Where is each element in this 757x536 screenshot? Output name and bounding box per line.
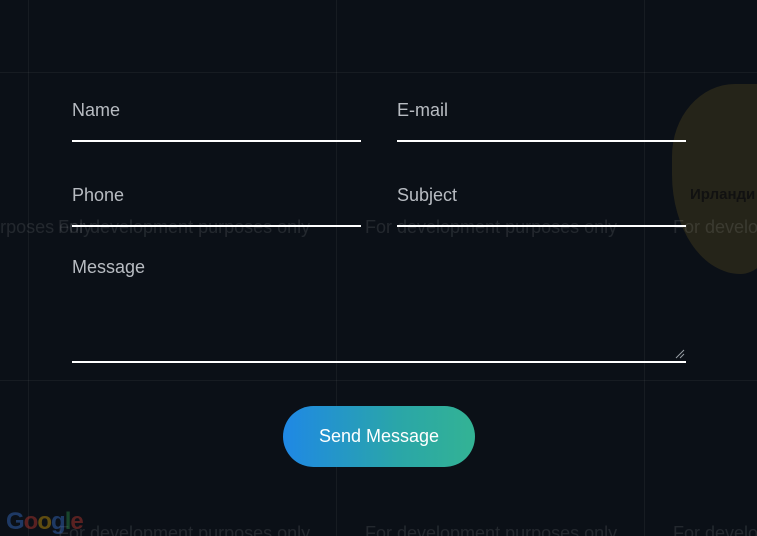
dev-notice: For development purposes only [365, 523, 618, 536]
name-placeholder: Name [72, 100, 121, 120]
map-grid-line [0, 380, 757, 381]
email-placeholder: E-mail [397, 100, 449, 120]
phone-field[interactable]: Phone [72, 185, 361, 227]
map-region-label: Ирланди [690, 186, 756, 203]
dev-notice: For development purposes only [58, 523, 311, 536]
email-field[interactable]: E-mail [397, 100, 686, 142]
map-grid-line [0, 72, 757, 73]
send-message-button[interactable]: Send Message [283, 406, 475, 467]
phone-placeholder: Phone [72, 185, 125, 205]
name-field[interactable]: Name [72, 100, 361, 142]
message-placeholder: Message [72, 257, 146, 277]
map-grid-line [28, 0, 29, 536]
message-textarea[interactable]: Message [72, 257, 686, 363]
dev-notice: For development purposes only [673, 523, 757, 536]
resize-handle-icon[interactable] [675, 349, 685, 359]
subject-placeholder: Subject [397, 185, 458, 205]
google-logo[interactable]: Google [6, 508, 84, 536]
subject-field[interactable]: Subject [397, 185, 686, 227]
